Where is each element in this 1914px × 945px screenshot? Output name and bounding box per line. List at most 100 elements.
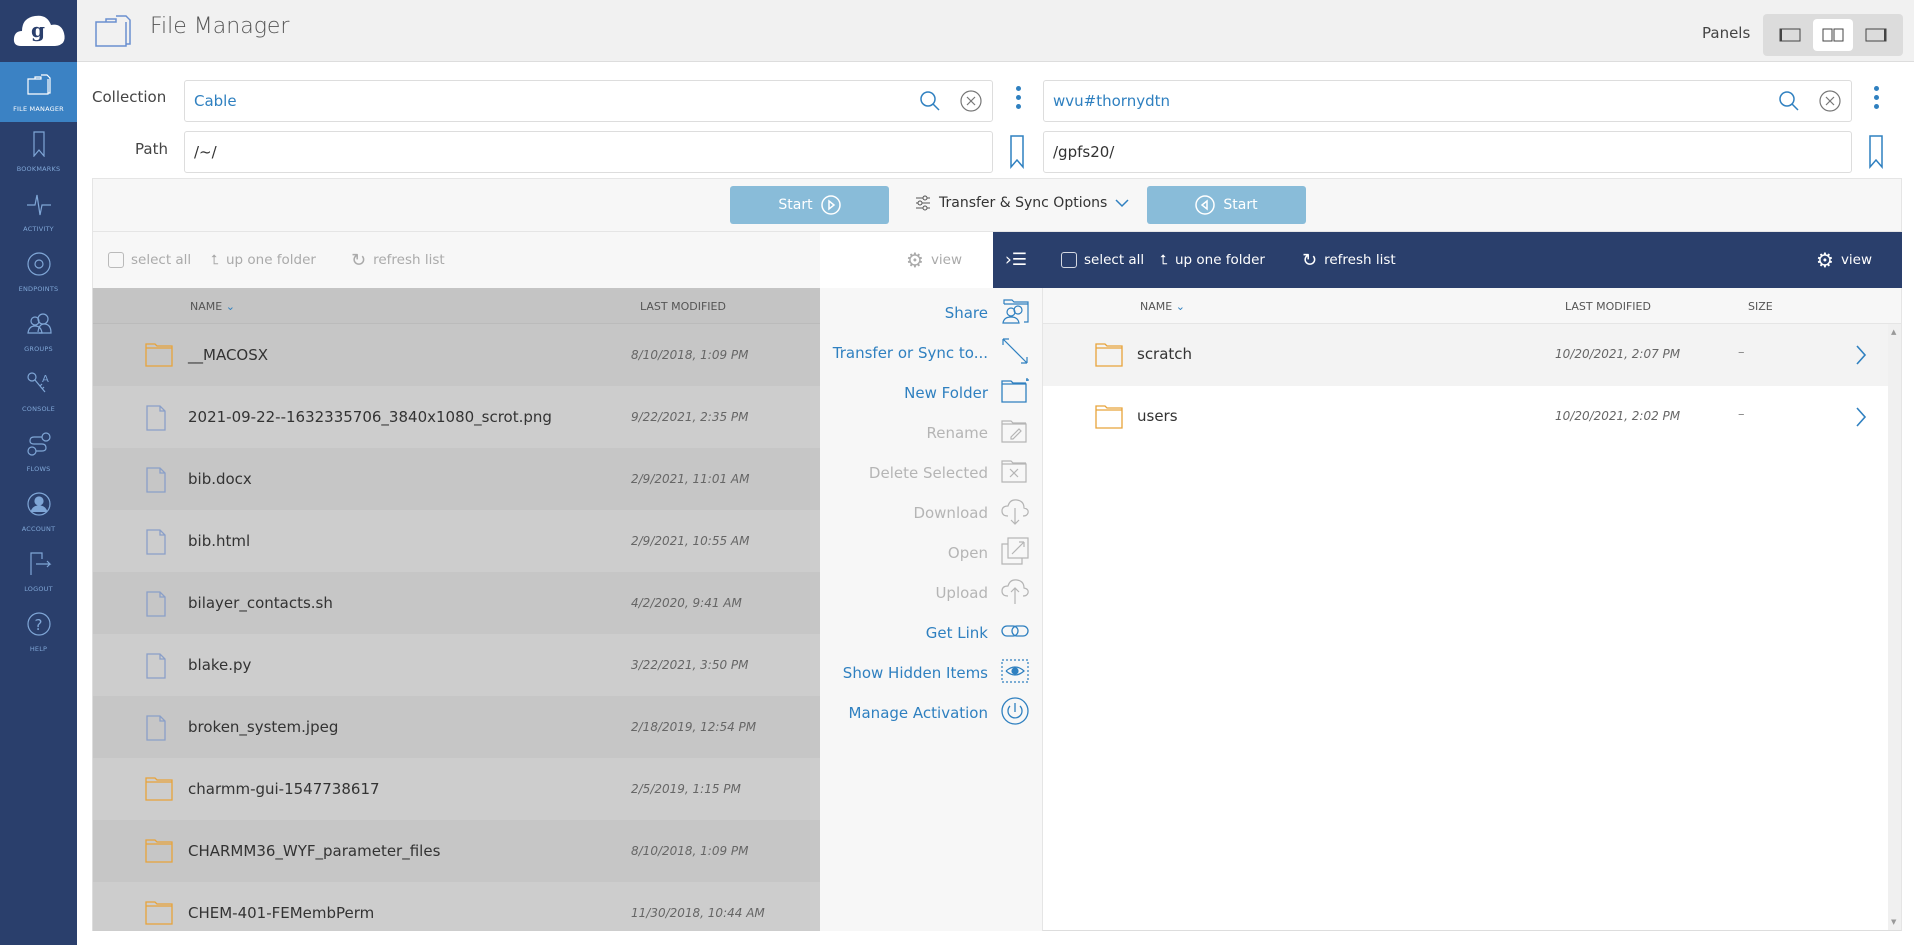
action-show-hidden-items[interactable]: Show Hidden Items bbox=[843, 656, 1030, 690]
rename-icon bbox=[1000, 416, 1030, 450]
left-select-all[interactable]: select all bbox=[108, 252, 191, 268]
name-column-header[interactable]: NAME ⌄ bbox=[1140, 300, 1185, 313]
chevron-right-icon[interactable] bbox=[1855, 344, 1867, 370]
file-manager-icon bbox=[94, 12, 134, 52]
right-collection-menu-button[interactable] bbox=[1874, 86, 1880, 109]
action-manage-activation[interactable]: Manage Activation bbox=[849, 696, 1030, 730]
file-row[interactable]: __MACOSX 8/10/2018, 1:09 PM bbox=[93, 324, 820, 386]
action-upload[interactable]: Upload bbox=[935, 576, 1030, 610]
up-label: up one folder bbox=[225, 252, 316, 268]
left-up-one-folder[interactable]: ⮤ up one folder bbox=[211, 252, 316, 268]
help-icon: ? bbox=[26, 611, 52, 641]
size-column-header[interactable]: SIZE bbox=[1748, 300, 1773, 313]
action-download[interactable]: Download bbox=[913, 496, 1030, 530]
globus-logo[interactable]: g bbox=[0, 0, 77, 62]
start-label: Start bbox=[1223, 197, 1258, 213]
chevron-right-icon[interactable] bbox=[1855, 406, 1867, 432]
right-select-all[interactable]: select all bbox=[1061, 252, 1144, 268]
start-left-button[interactable]: Start bbox=[730, 186, 889, 224]
sidebar-item-account[interactable]: ACCOUNT bbox=[0, 482, 77, 542]
sidebar-item-bookmarks[interactable]: BOOKMARKS bbox=[0, 122, 77, 182]
clear-icon[interactable] bbox=[960, 90, 982, 116]
clear-icon[interactable] bbox=[1819, 90, 1841, 116]
sidebar-item-flows[interactable]: FLOWS bbox=[0, 422, 77, 482]
file-modified: 11/30/2018, 10:44 AM bbox=[631, 906, 765, 920]
play-right-icon bbox=[820, 195, 841, 215]
file-modified: 2/9/2021, 10:55 AM bbox=[631, 534, 750, 548]
sidebar-item-file-manager[interactable]: FILE MANAGER bbox=[0, 62, 77, 122]
sidebar-item-help[interactable]: ? HELP bbox=[0, 602, 77, 662]
search-icon[interactable] bbox=[919, 90, 941, 116]
scroll-down-icon[interactable]: ▼ bbox=[1891, 918, 1896, 926]
file-modified: 8/10/2018, 1:09 PM bbox=[631, 844, 749, 858]
sidebar-item-endpoints[interactable]: ENDPOINTS bbox=[0, 242, 77, 302]
left-file-list: NAME ⌄ LAST MODIFIED __MACOSX 8/10/2018, … bbox=[92, 288, 820, 931]
open-icon bbox=[1000, 536, 1030, 570]
action-share[interactable]: Share bbox=[945, 296, 1030, 330]
file-row[interactable]: CHEM-401-FEMembPerm 11/30/2018, 10:44 AM bbox=[93, 882, 820, 931]
file-name: scratch bbox=[1137, 345, 1193, 363]
action-rename[interactable]: Rename bbox=[926, 416, 1030, 450]
file-row[interactable]: users 10/20/2021, 2:02 PM – bbox=[1043, 386, 1901, 448]
right-scrollbar[interactable]: ▲ ▼ bbox=[1888, 324, 1901, 930]
file-row[interactable]: scratch 10/20/2021, 2:07 PM – bbox=[1043, 324, 1901, 386]
file-row[interactable]: bib.docx 2/9/2021, 11:01 AM bbox=[93, 448, 820, 510]
search-icon[interactable] bbox=[1778, 90, 1800, 116]
action-label: New Folder bbox=[904, 384, 988, 402]
file-row[interactable]: charmm-gui-1547738617 2/5/2019, 1:15 PM bbox=[93, 758, 820, 820]
sidebar-item-console[interactable]: A CONSOLE bbox=[0, 362, 77, 422]
file-row[interactable]: 2021-09-22--1632335706_3840x1080_scrot.p… bbox=[93, 386, 820, 448]
panel-single-right-button[interactable] bbox=[1856, 19, 1896, 51]
action-delete-selected[interactable]: Delete Selected bbox=[869, 456, 1030, 490]
checkbox[interactable] bbox=[1061, 252, 1077, 268]
right-bookmark-icon[interactable] bbox=[1868, 135, 1884, 173]
left-bookmark-icon[interactable] bbox=[1009, 135, 1025, 173]
sidebar-item-label: ACCOUNT bbox=[21, 525, 56, 533]
modified-column-header[interactable]: LAST MODIFIED bbox=[640, 300, 726, 313]
action-new-folder[interactable]: New Folder bbox=[904, 376, 1030, 410]
sidebar-item-groups[interactable]: GROUPS bbox=[0, 302, 77, 362]
file-row[interactable]: broken_system.jpeg 2/18/2019, 12:54 PM bbox=[93, 696, 820, 758]
logout-icon bbox=[26, 551, 52, 581]
panel-single-left-button[interactable] bbox=[1770, 19, 1810, 51]
gear-icon: ⚙ bbox=[906, 248, 924, 272]
right-collection-input[interactable]: wvu#thornydtn bbox=[1043, 80, 1852, 122]
panel-dual-button[interactable] bbox=[1813, 19, 1853, 51]
checkbox[interactable] bbox=[108, 252, 124, 268]
left-collection-menu-button[interactable] bbox=[1016, 86, 1022, 109]
start-right-button[interactable]: Start bbox=[1147, 186, 1306, 224]
svg-text:g: g bbox=[31, 18, 45, 42]
sidebar-item-activity[interactable]: ACTIVITY bbox=[0, 182, 77, 242]
sidebar-item-logout[interactable]: LOGOUT bbox=[0, 542, 77, 602]
action-get-link[interactable]: Get Link bbox=[926, 616, 1030, 650]
bookmark-icon bbox=[26, 131, 52, 161]
modified-column-header[interactable]: LAST MODIFIED bbox=[1565, 300, 1651, 313]
file-row[interactable]: CHARMM36_WYF_parameter_files 8/10/2018, 1… bbox=[93, 820, 820, 882]
endpoint-icon bbox=[26, 251, 52, 281]
action-label: Download bbox=[913, 504, 988, 522]
toggle-menu-button[interactable]: ›☰ bbox=[1005, 250, 1027, 270]
name-column-header[interactable]: NAME ⌄ bbox=[190, 300, 235, 313]
right-up-one-folder[interactable]: ⮤ up one folder bbox=[1160, 252, 1265, 268]
file-row[interactable]: bilayer_contacts.sh 4/2/2020, 9:41 AM bbox=[93, 572, 820, 634]
file-icon bbox=[145, 652, 167, 684]
left-collection-input[interactable]: Cable bbox=[184, 80, 993, 122]
action-open[interactable]: Open bbox=[948, 536, 1030, 570]
right-view-button[interactable]: ⚙ view bbox=[1816, 248, 1872, 272]
action-transfer-or-sync-to[interactable]: Transfer or Sync to... bbox=[833, 336, 1030, 370]
svg-text:A: A bbox=[42, 374, 49, 385]
right-path-input[interactable]: /gpfs20/ bbox=[1043, 131, 1852, 173]
menu-toggle-icon: ›☰ bbox=[1005, 250, 1028, 270]
sidebar-item-label: BOOKMARKS bbox=[16, 165, 61, 173]
left-path-input[interactable]: /~/ bbox=[184, 131, 993, 173]
transfer-sync-options-button[interactable]: Transfer & Sync Options bbox=[915, 195, 1129, 211]
scroll-up-icon[interactable]: ▲ bbox=[1891, 328, 1896, 336]
file-row[interactable]: bib.html 2/9/2021, 10:55 AM bbox=[93, 510, 820, 572]
right-file-list: NAME ⌄ LAST MODIFIED SIZE scratch 10/20/2… bbox=[1042, 288, 1902, 931]
right-refresh-list[interactable]: ↻ refresh list bbox=[1302, 250, 1396, 271]
left-refresh-list[interactable]: ↻ refresh list bbox=[351, 250, 445, 271]
name-col-label: NAME bbox=[190, 300, 223, 313]
folder-icon bbox=[145, 900, 173, 930]
file-row[interactable]: blake.py 3/22/2021, 3:50 PM bbox=[93, 634, 820, 696]
left-view-button[interactable]: ⚙ view bbox=[906, 248, 962, 272]
